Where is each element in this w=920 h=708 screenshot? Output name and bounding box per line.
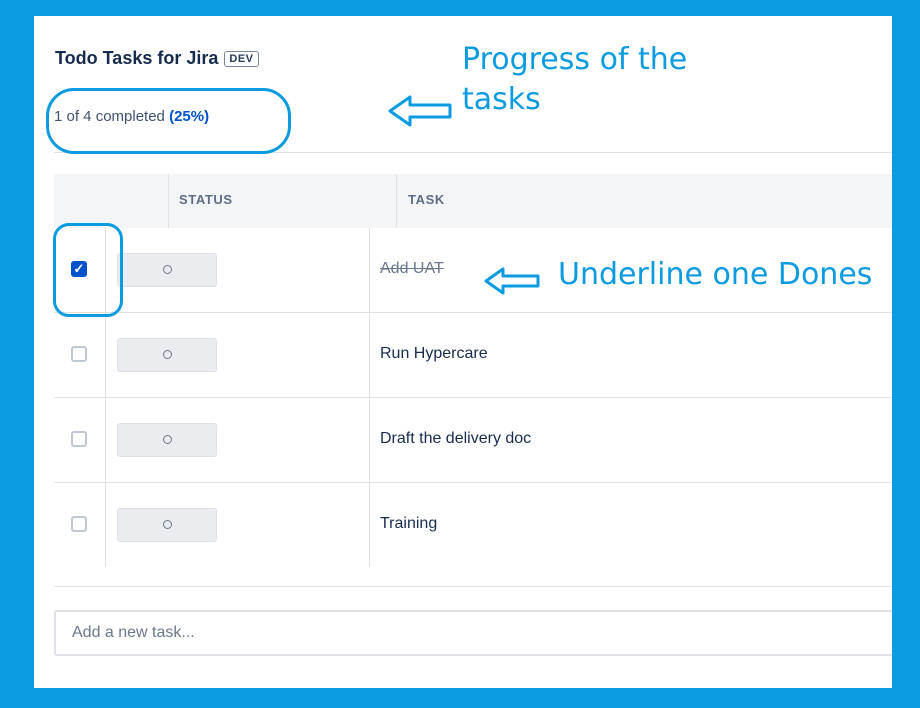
column-header-status[interactable]: STATUS: [179, 192, 233, 207]
task-checkbox[interactable]: ✓: [71, 431, 87, 447]
row-divider: [105, 313, 106, 397]
task-label[interactable]: Draft the delivery doc: [380, 430, 531, 448]
page-title: Todo Tasks for Jira: [55, 48, 219, 68]
progress-highlight-ring: [46, 88, 291, 154]
column-divider: [396, 174, 397, 228]
task-label[interactable]: Run Hypercare: [380, 345, 488, 363]
left-arrow-icon: [484, 267, 540, 295]
status-circle-icon: [163, 520, 172, 529]
column-header-task[interactable]: TASK: [408, 192, 445, 207]
table-row: ✓ Training: [54, 483, 892, 567]
row-divider: [369, 483, 370, 567]
add-task-input[interactable]: [54, 610, 892, 656]
done-annotation: Underline one Dones: [558, 257, 873, 292]
status-circle-icon: [163, 435, 172, 444]
status-button[interactable]: [117, 338, 217, 372]
title-row: Todo Tasks for Jira DEV: [55, 48, 259, 69]
status-circle-icon: [163, 350, 172, 359]
task-label[interactable]: Add UAT: [380, 260, 444, 278]
footer-divider: [54, 586, 892, 587]
status-button[interactable]: [117, 253, 217, 287]
environment-badge: DEV: [224, 50, 259, 67]
table-row: ✓ Run Hypercare: [54, 313, 892, 398]
progress-annotation: Progress of the tasks: [462, 42, 688, 117]
status-button[interactable]: [117, 508, 217, 542]
task-checkbox[interactable]: ✓: [71, 346, 87, 362]
row-divider: [369, 313, 370, 397]
row-divider: [105, 483, 106, 567]
task-label[interactable]: Training: [380, 515, 437, 533]
row-divider: [369, 228, 370, 312]
task-checkbox[interactable]: ✓: [71, 516, 87, 532]
status-circle-icon: [163, 265, 172, 274]
select-column-header: [54, 174, 169, 228]
row-divider: [105, 398, 106, 482]
status-button[interactable]: [117, 423, 217, 457]
left-arrow-icon: [388, 95, 452, 127]
table-row: ✓ Draft the delivery doc: [54, 398, 892, 483]
row-divider: [369, 398, 370, 482]
table-header: STATUS TASK: [54, 174, 892, 228]
checkbox-highlight-ring: [53, 223, 123, 317]
